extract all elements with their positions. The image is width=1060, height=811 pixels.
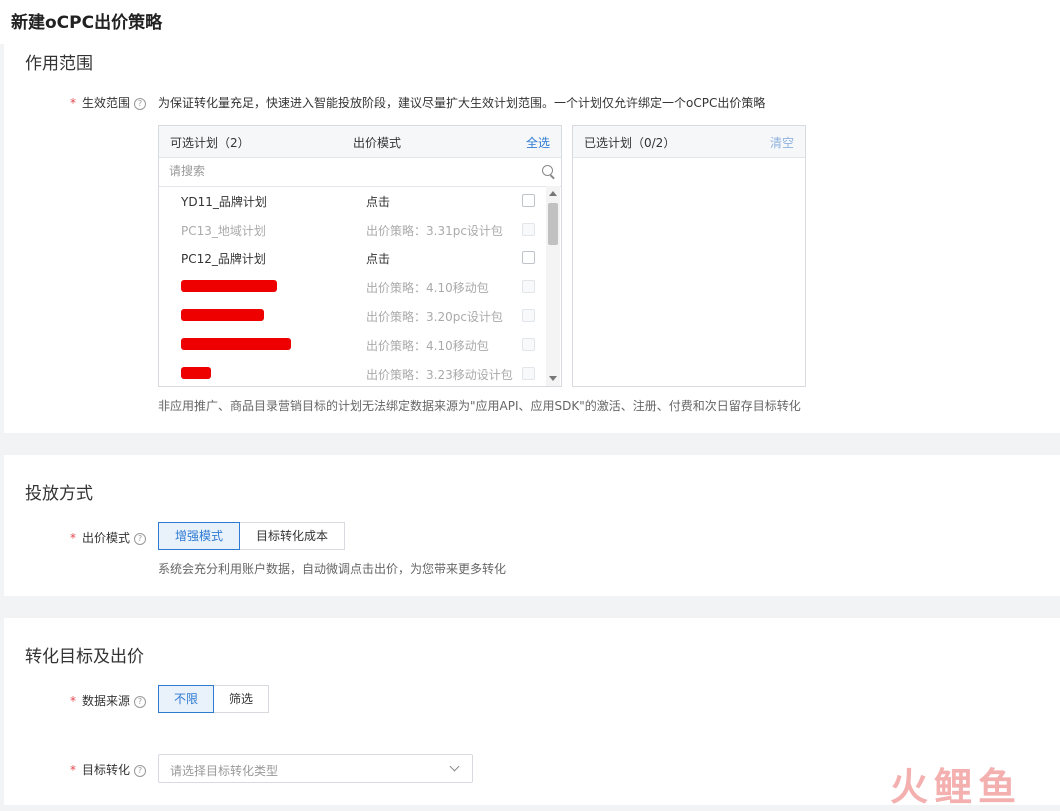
target-conversion-placeholder: 请选择目标转化类型: [170, 764, 279, 778]
page-title: 新建oCPC出价策略: [11, 13, 163, 33]
plan-bid-mode: 出价策略：4.10移动包: [366, 281, 489, 295]
required-marker: *: [70, 763, 76, 777]
plan-checkbox[interactable]: [522, 251, 535, 264]
redacted-plan-name: [181, 367, 211, 379]
plan-checkbox: [522, 309, 535, 322]
help-icon[interactable]: ?: [134, 765, 147, 777]
conversion-section-title: 转化目标及出价: [25, 647, 144, 667]
plan-bid-mode: 出价策略：3.20pc设计包: [366, 310, 503, 324]
clear-link[interactable]: 清空: [770, 134, 794, 151]
bid-mode-label-text: 出价模式: [82, 531, 131, 545]
plan-bid-mode: 点击: [366, 195, 391, 209]
scroll-up-arrow-icon[interactable]: [549, 191, 557, 196]
scope-footnote: 非应用推广、商品目录营销目标的计划无法绑定数据来源为"应用API、应用SDK"的…: [158, 399, 801, 413]
plan-row[interactable]: PC12_品牌计划 点击: [159, 243, 545, 272]
watermark-logo: 火鲤鱼: [890, 765, 1023, 809]
target-conversion-label-text: 目标转化: [82, 763, 131, 777]
plan-search-input[interactable]: [169, 162, 519, 180]
data-source-label-text: 数据来源: [82, 694, 131, 708]
help-icon[interactable]: ?: [134, 696, 147, 708]
scrollbar-thumb[interactable]: [548, 203, 558, 245]
search-icon[interactable]: [542, 165, 553, 176]
plan-bid-mode: 出价策略：3.31pc设计包: [366, 224, 503, 238]
bid-mode-label: * 出价模式?: [70, 529, 147, 546]
redacted-plan-name: [181, 280, 277, 292]
plan-bid-mode: 点击: [366, 252, 391, 266]
bid-mode-column-header: 出价模式: [353, 136, 402, 150]
plan-row: 出价策略：3.23移动设计包: [159, 359, 545, 386]
available-plans-title: 可选计划（2）: [170, 136, 250, 150]
plan-list-scrollbar[interactable]: [546, 186, 560, 386]
plan-search-row: [159, 157, 561, 187]
required-marker: *: [70, 694, 76, 708]
scroll-down-arrow-icon[interactable]: [549, 376, 557, 381]
source-unlimited-button[interactable]: 不限: [158, 685, 214, 713]
plan-row[interactable]: YD11_品牌计划 点击: [159, 186, 545, 215]
plan-name: PC13_地域计划: [181, 224, 266, 238]
plan-row: 出价策略：4.10移动包: [159, 272, 545, 301]
plan-bid-mode: 出价策略：3.23移动设计包: [366, 368, 513, 382]
plan-bid-mode: 出价策略：4.10移动包: [366, 339, 489, 353]
plan-row: PC13_地域计划 出价策略：3.31pc设计包: [159, 215, 545, 244]
plan-checkbox: [522, 367, 535, 380]
page-header: 新建oCPC出价策略: [0, 0, 1060, 44]
plan-name: PC12_品牌计划: [181, 252, 266, 266]
scope-field-label-text: 生效范围: [82, 96, 131, 110]
help-icon[interactable]: ?: [134, 98, 147, 110]
plan-row: 出价策略：3.20pc设计包: [159, 301, 545, 330]
required-marker: *: [70, 531, 76, 545]
target-cost-button[interactable]: 目标转化成本: [239, 522, 345, 550]
data-source-label: * 数据来源?: [70, 692, 147, 709]
plan-checkbox: [522, 223, 535, 236]
delivery-section-title: 投放方式: [25, 484, 93, 504]
available-plans-panel: 可选计划（2） 出价模式 全选 YD11_品牌计划 点击 PC13_地域计划 出…: [158, 125, 562, 387]
bid-mode-hint: 系统会充分利用账户数据，自动微调点击出价，为您带来更多转化: [158, 562, 507, 576]
available-plans-header: 可选计划（2） 出价模式 全选: [159, 126, 561, 158]
selected-plans-panel: 已选计划（0/2） 清空: [572, 125, 806, 387]
enhanced-mode-button[interactable]: 增强模式: [158, 522, 240, 550]
plan-row: 出价策略：4.10移动包: [159, 330, 545, 359]
redacted-plan-name: [181, 338, 291, 350]
redacted-plan-name: [181, 309, 264, 321]
scope-section-title: 作用范围: [25, 54, 93, 74]
select-all-link[interactable]: 全选: [526, 134, 550, 151]
scope-field-label: * 生效范围?: [70, 94, 147, 111]
source-filter-button[interactable]: 筛选: [213, 685, 269, 713]
target-conversion-select[interactable]: 请选择目标转化类型: [158, 754, 473, 783]
selected-plans-title: 已选计划（0/2）: [584, 136, 676, 150]
chevron-down-icon: [449, 761, 460, 772]
help-icon[interactable]: ?: [134, 533, 147, 545]
plan-name: YD11_品牌计划: [181, 195, 267, 209]
selected-plans-header: 已选计划（0/2） 清空: [573, 126, 805, 158]
target-conversion-label: * 目标转化?: [70, 761, 147, 778]
plan-list: YD11_品牌计划 点击 PC13_地域计划 出价策略：3.31pc设计包 PC…: [159, 186, 545, 386]
plan-checkbox[interactable]: [522, 194, 535, 207]
required-marker: *: [70, 96, 76, 110]
plan-checkbox: [522, 338, 535, 351]
scope-field-hint: 为保证转化量充足，快速进入智能投放阶段，建议尽量扩大生效计划范围。一个计划仅允许…: [158, 96, 766, 110]
plan-checkbox: [522, 280, 535, 293]
